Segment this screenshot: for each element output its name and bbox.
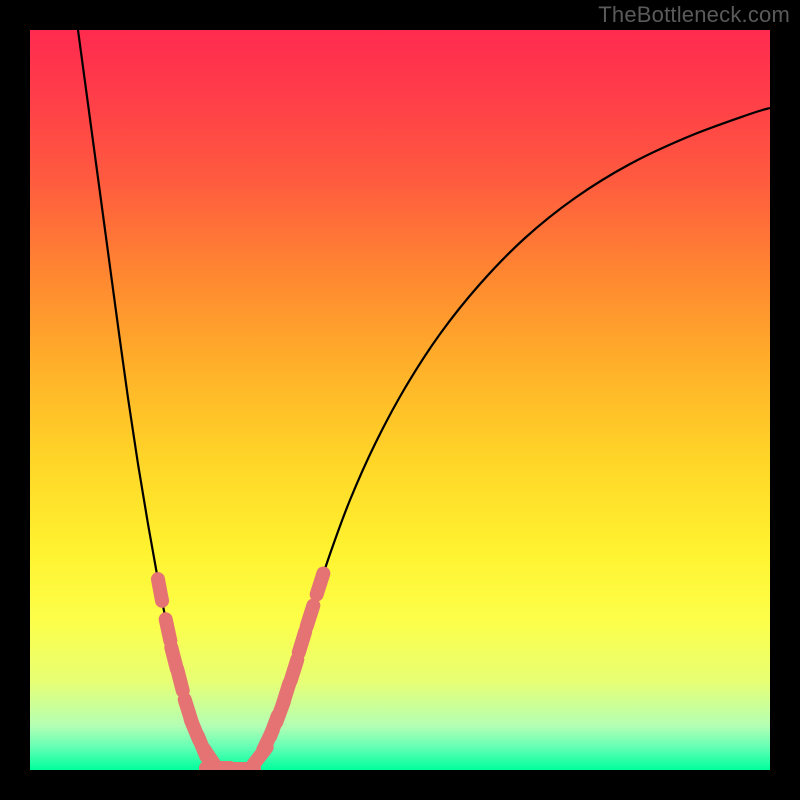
marker-pill bbox=[307, 606, 314, 627]
marker-pill bbox=[317, 574, 324, 595]
marker-pill bbox=[158, 579, 162, 601]
chart-svg bbox=[30, 30, 770, 770]
chart-frame: TheBottleneck.com bbox=[0, 0, 800, 800]
marker-pill bbox=[299, 631, 305, 652]
watermark-text: TheBottleneck.com bbox=[598, 2, 790, 28]
right-curve-path bbox=[238, 108, 770, 770]
marker-group bbox=[158, 574, 323, 770]
left-curve-path bbox=[78, 30, 238, 770]
marker-pill bbox=[291, 660, 298, 681]
plot-area bbox=[30, 30, 770, 770]
marker-pill bbox=[166, 619, 171, 640]
marker-pill bbox=[177, 669, 182, 690]
